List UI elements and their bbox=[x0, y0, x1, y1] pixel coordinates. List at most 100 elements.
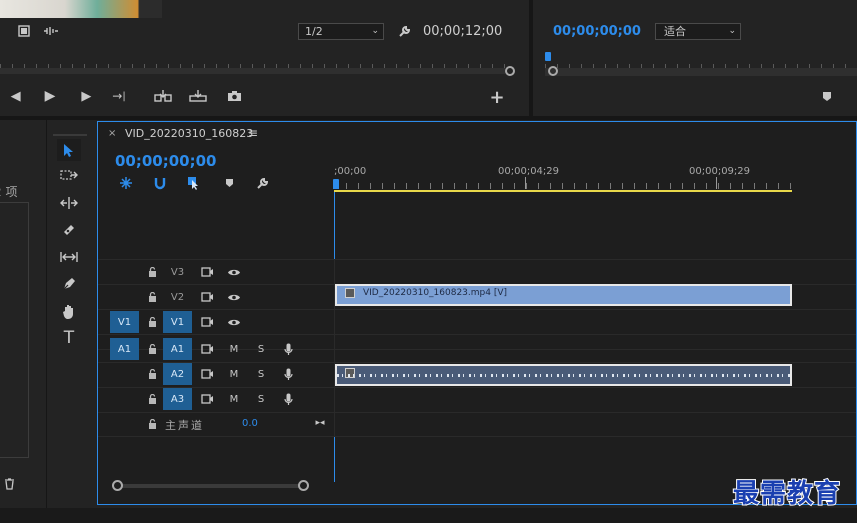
source-patch-a1[interactable]: A1 bbox=[110, 338, 139, 360]
audio-waveform bbox=[337, 374, 790, 377]
track-v1-label[interactable]: V1 bbox=[163, 311, 192, 333]
play-icon[interactable]: ▶ bbox=[42, 87, 58, 105]
track-a2-label[interactable]: A2 bbox=[163, 363, 192, 385]
track-v2-header: V2 bbox=[98, 285, 334, 309]
chevron-down-icon: ⌄ bbox=[728, 26, 736, 36]
camera-icon[interactable] bbox=[225, 88, 243, 104]
audio-waveform-icon[interactable] bbox=[42, 23, 60, 39]
work-area-bar[interactable] bbox=[334, 190, 792, 192]
eye-icon[interactable] bbox=[225, 264, 243, 280]
go-to-end-icon[interactable]: ▸◂ bbox=[312, 416, 328, 430]
track-a1-label[interactable]: A1 bbox=[163, 338, 192, 360]
source-video-frame bbox=[0, 0, 162, 18]
add-button-icon[interactable]: + bbox=[488, 87, 506, 108]
eye-icon[interactable] bbox=[225, 289, 243, 305]
track-v2-label[interactable]: V2 bbox=[163, 286, 192, 308]
lock-icon[interactable] bbox=[145, 314, 159, 330]
tools-panel: T bbox=[46, 120, 94, 508]
audio-clip[interactable] bbox=[335, 364, 792, 386]
ruler-major-tick-2 bbox=[716, 177, 717, 189]
track-select-tool-icon[interactable] bbox=[57, 166, 81, 186]
track-a2-header: A2 M S bbox=[98, 363, 334, 387]
mute-button[interactable]: M bbox=[226, 391, 242, 407]
sync-toggle-icon[interactable] bbox=[199, 341, 215, 357]
add-marker-icon[interactable] bbox=[221, 175, 237, 191]
slip-tool-icon[interactable] bbox=[57, 247, 81, 267]
zoom-handle-left[interactable] bbox=[548, 66, 558, 76]
resolution-value: 1/2 bbox=[305, 25, 323, 38]
lock-icon[interactable] bbox=[145, 416, 159, 432]
resolution-select[interactable]: 1/2 ⌄ bbox=[298, 23, 384, 40]
chevron-down-icon: ⌄ bbox=[371, 26, 379, 36]
mute-button[interactable]: M bbox=[226, 366, 242, 382]
program-timecode[interactable]: 00;00;00;00 bbox=[553, 24, 641, 39]
track-a3-label[interactable]: A3 bbox=[163, 388, 192, 410]
track-a1-header: A1 A1 M S bbox=[98, 338, 334, 362]
solo-button[interactable]: S bbox=[253, 391, 269, 407]
lock-icon[interactable] bbox=[145, 366, 159, 382]
master-volume-value[interactable]: 0.0 bbox=[242, 418, 258, 429]
source-patch-v1[interactable]: V1 bbox=[110, 311, 139, 333]
solo-button[interactable]: S bbox=[253, 341, 269, 357]
type-tool-icon[interactable]: T bbox=[57, 328, 81, 348]
linked-selection-icon[interactable] bbox=[186, 175, 202, 191]
zoom-handle-right[interactable] bbox=[298, 480, 309, 491]
sync-toggle-icon[interactable] bbox=[199, 314, 215, 330]
program-scrub-ruler[interactable] bbox=[545, 52, 857, 78]
close-icon[interactable]: × bbox=[108, 128, 116, 139]
fit-select[interactable]: 适合 ⌄ bbox=[655, 23, 741, 40]
timeline-zoom-scrollbar[interactable] bbox=[112, 480, 309, 492]
video-clip-name: VID_20220310_160823.mp4 [V] bbox=[363, 288, 508, 298]
video-clip[interactable]: VID_20220310_160823.mp4 [V] bbox=[335, 284, 792, 306]
lock-icon[interactable] bbox=[145, 341, 159, 357]
film-strip-icon[interactable] bbox=[17, 23, 31, 39]
zoom-handle-left[interactable] bbox=[112, 480, 123, 491]
microphone-icon[interactable] bbox=[280, 341, 296, 357]
insert-marker-icon[interactable]: → | bbox=[110, 88, 128, 104]
track-v1-header: V1 V1 bbox=[98, 310, 334, 334]
microphone-icon[interactable] bbox=[280, 391, 296, 407]
trash-icon[interactable] bbox=[2, 476, 16, 492]
timeline-tab[interactable]: × VID_20220310_160823 ≡ bbox=[98, 122, 398, 146]
sync-toggle-icon[interactable] bbox=[199, 264, 215, 280]
mute-button[interactable]: M bbox=[226, 341, 242, 357]
overwrite-icon[interactable] bbox=[188, 88, 208, 104]
timeline-settings-wrench-icon[interactable] bbox=[253, 174, 271, 192]
marker-icon[interactable] bbox=[820, 88, 834, 104]
nest-sequence-icon[interactable] bbox=[118, 175, 134, 191]
insert-icon[interactable] bbox=[153, 88, 173, 104]
wrench-icon[interactable] bbox=[396, 22, 412, 40]
project-bin-area[interactable] bbox=[0, 202, 29, 458]
timeline-timecode[interactable]: 00;00;00;00 bbox=[115, 152, 217, 170]
sync-toggle-icon[interactable] bbox=[199, 366, 215, 382]
step-back-icon[interactable]: ◀︎ | bbox=[8, 88, 24, 104]
track-v3-label[interactable]: V3 bbox=[163, 261, 192, 283]
sync-toggle-icon[interactable] bbox=[199, 391, 215, 407]
ruler-label-0: ;00;00 bbox=[334, 166, 367, 177]
source-monitor: 1/2 ⌄ 00;00;12;00 ◀︎ | ▶ | ▶︎ → | + bbox=[0, 0, 529, 116]
ruler-ticks bbox=[334, 183, 792, 189]
ripple-edit-tool-icon[interactable] bbox=[57, 193, 81, 213]
eye-icon[interactable] bbox=[225, 314, 243, 330]
time-ruler[interactable]: ;00;00 00;00;04;29 00;00;09;29 bbox=[333, 160, 792, 194]
tab-menu-icon[interactable]: ≡ bbox=[248, 126, 258, 140]
project-item-count: 2 项 bbox=[0, 185, 18, 199]
zoom-handle-right[interactable] bbox=[505, 66, 515, 76]
sync-toggle-icon[interactable] bbox=[199, 289, 215, 305]
razor-tool-icon[interactable] bbox=[57, 220, 81, 240]
step-forward-icon[interactable]: | ▶︎ bbox=[78, 88, 94, 104]
lock-icon[interactable] bbox=[145, 391, 159, 407]
pen-tool-icon[interactable] bbox=[57, 274, 81, 294]
playhead-marker[interactable] bbox=[545, 52, 551, 61]
horizontal-divider bbox=[0, 116, 857, 120]
fit-value: 适合 bbox=[664, 25, 686, 38]
source-scrub-ruler[interactable] bbox=[0, 57, 515, 76]
selection-tool-icon[interactable] bbox=[57, 139, 81, 161]
lock-icon[interactable] bbox=[145, 289, 159, 305]
hand-tool-icon[interactable] bbox=[57, 301, 81, 321]
playhead-handle[interactable] bbox=[333, 179, 339, 189]
solo-button[interactable]: S bbox=[253, 366, 269, 382]
snap-magnet-icon[interactable] bbox=[152, 175, 168, 191]
microphone-icon[interactable] bbox=[280, 366, 296, 382]
lock-icon[interactable] bbox=[145, 264, 159, 280]
